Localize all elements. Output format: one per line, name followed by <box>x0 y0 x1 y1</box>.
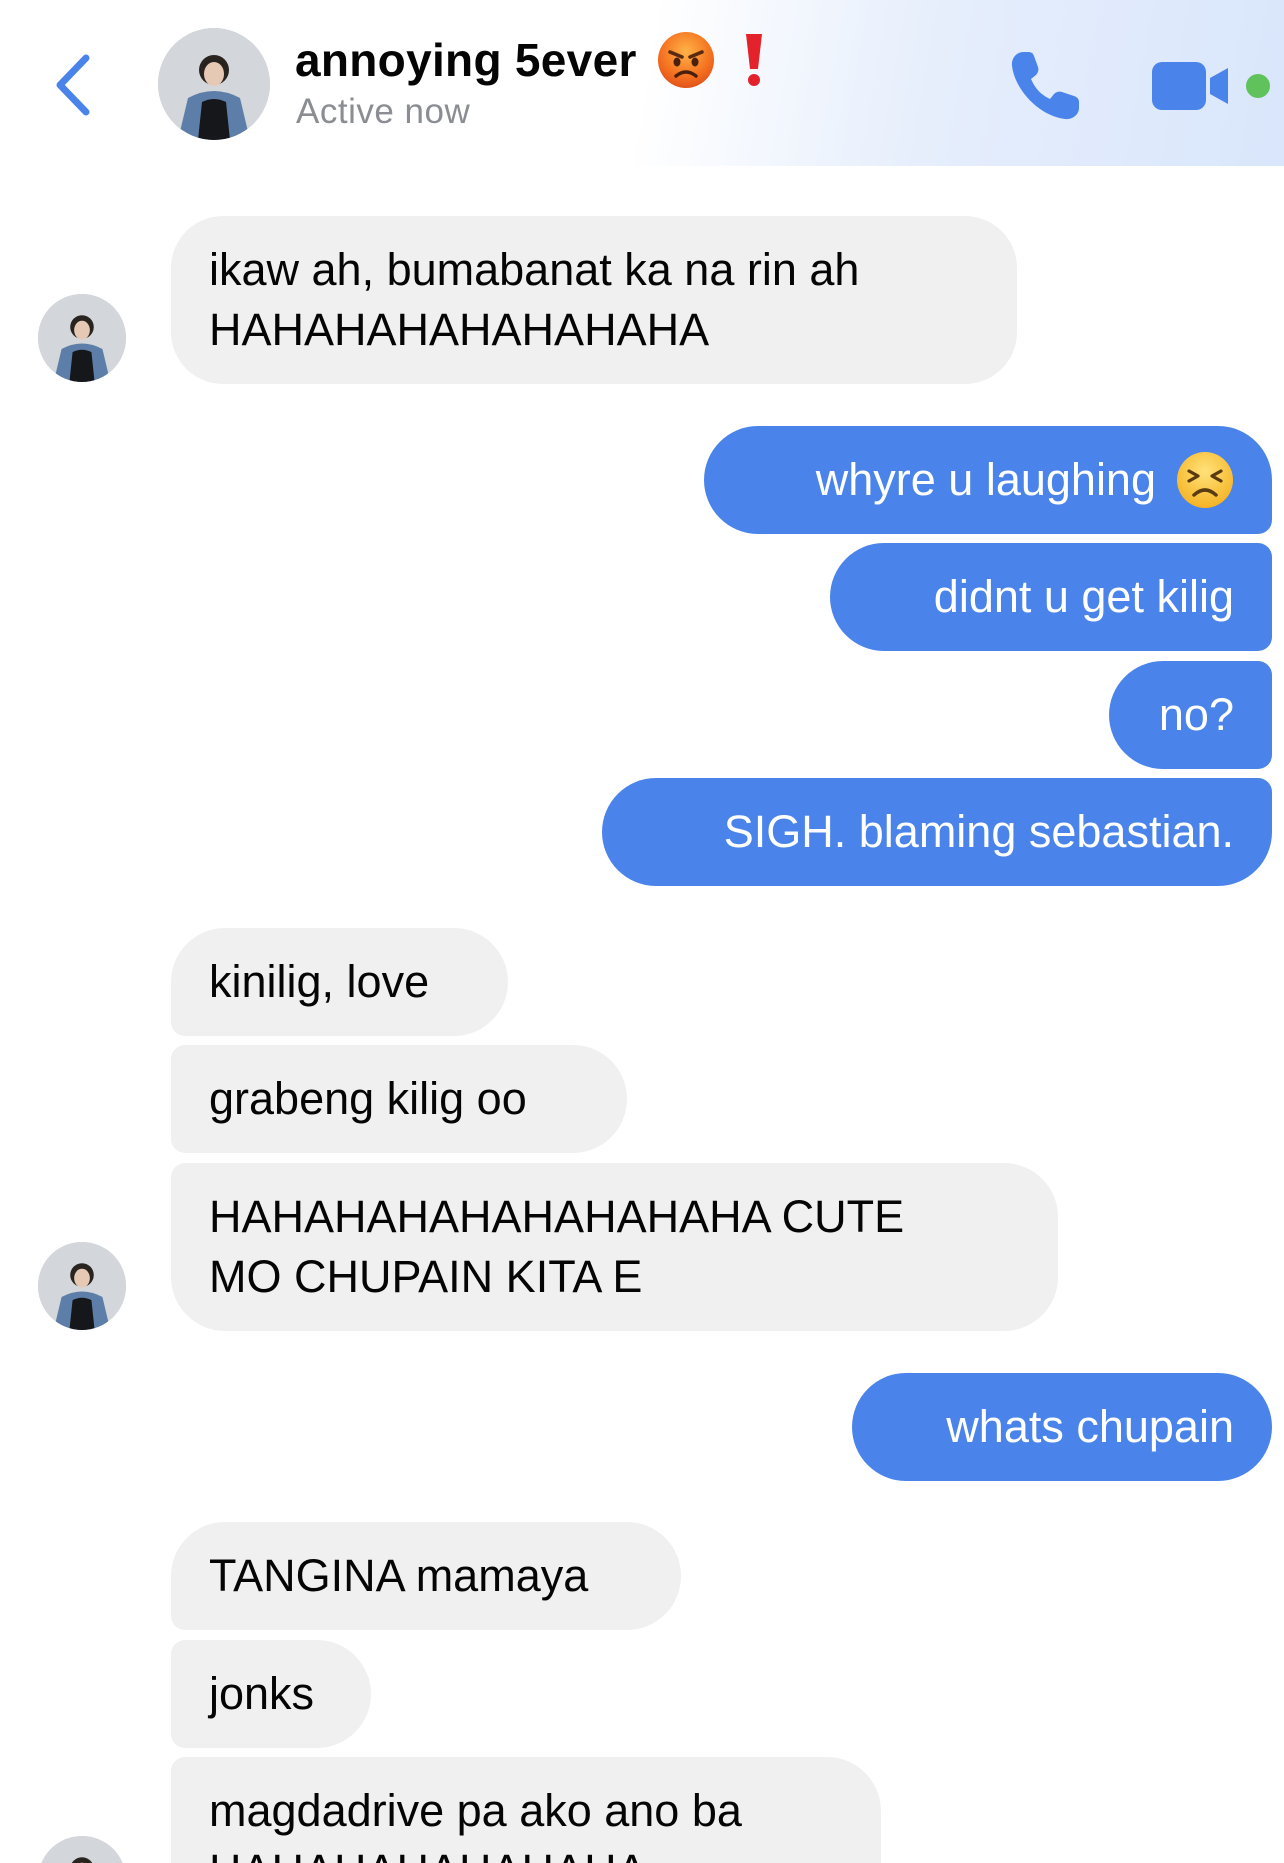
incoming-message[interactable]: jonks <box>171 1640 371 1748</box>
active-status: Active now <box>296 92 471 131</box>
message-text: SIGH. blaming sebastian. <box>723 806 1234 857</box>
outgoing-message[interactable]: didnt u get kilig <box>830 543 1272 651</box>
incoming-message[interactable]: kinilig, love <box>171 928 508 1036</box>
angry-face-emoji-icon <box>657 31 715 89</box>
sender-avatar[interactable] <box>38 294 126 382</box>
phone-icon[interactable] <box>1005 46 1085 126</box>
tired-face-emoji-icon <box>1176 451 1234 509</box>
message-text: grabeng kilig oo <box>209 1073 527 1124</box>
sender-avatar[interactable] <box>38 1242 126 1330</box>
contact-name[interactable]: annoying 5ever <box>295 33 637 87</box>
outgoing-message[interactable]: whats chupain <box>852 1373 1272 1481</box>
outgoing-message[interactable]: SIGH. blaming sebastian. <box>602 778 1272 886</box>
message-text: didnt u get kilig <box>933 571 1234 622</box>
message-line: ikaw ah, bumabanat ka na rin ah <box>209 244 860 295</box>
online-indicator <box>1246 74 1270 98</box>
incoming-message[interactable]: magdadrive pa ako ano ba HAHAHAHAHAHAHA <box>171 1757 881 1863</box>
message-line: HAHAHAHAHAHAHAHAHA CUTE <box>209 1191 905 1242</box>
red-exclamation-icon <box>739 31 769 89</box>
sender-avatar[interactable] <box>38 1836 126 1863</box>
incoming-message[interactable]: grabeng kilig oo <box>171 1045 627 1153</box>
message-text: kinilig, love <box>209 956 430 1007</box>
message-line: HAHAHAHAHAHAHA <box>209 1841 742 1863</box>
outgoing-message[interactable]: no? <box>1109 661 1272 769</box>
message-text: jonks <box>209 1668 315 1719</box>
chat-header: annoying 5ever Active now <box>0 0 1284 166</box>
message-line: HAHAHAHAHAHAHAHA <box>209 304 710 355</box>
message-text: no? <box>1158 689 1234 740</box>
incoming-message[interactable]: HAHAHAHAHAHAHAHAHA CUTE MO CHUPAIN KITA … <box>171 1163 1058 1331</box>
incoming-message[interactable]: TANGINA mamaya <box>171 1522 681 1630</box>
back-chevron-icon[interactable] <box>50 50 100 120</box>
message-line: magdadrive pa ako ano ba <box>209 1785 742 1836</box>
incoming-message[interactable]: ikaw ah, bumabanat ka na rin ah HAHAHAHA… <box>171 216 1017 384</box>
contact-avatar[interactable] <box>158 28 270 140</box>
message-text: whats chupain <box>946 1401 1234 1452</box>
video-camera-icon[interactable] <box>1150 58 1234 114</box>
message-text: whyre u laughing <box>815 454 1156 505</box>
message-text: TANGINA mamaya <box>209 1550 589 1601</box>
outgoing-message[interactable]: whyre u laughing <box>704 426 1272 534</box>
message-line: MO CHUPAIN KITA E <box>209 1251 643 1302</box>
